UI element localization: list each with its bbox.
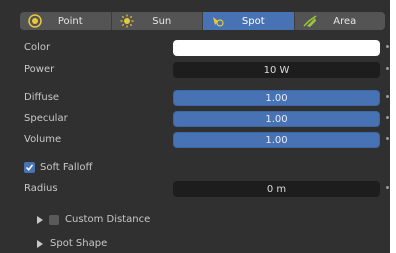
diffuse-row: Diffuse 1.00 bbox=[0, 90, 390, 106]
animate-property-dot[interactable] bbox=[386, 186, 389, 189]
spot-light-icon bbox=[213, 17, 224, 27]
specular-slider[interactable]: 1.00 bbox=[173, 111, 380, 127]
animate-property-dot[interactable] bbox=[386, 67, 389, 70]
expand-arrow-icon[interactable] bbox=[37, 240, 43, 248]
power-row: Power 10 W bbox=[0, 62, 390, 78]
tab-sun[interactable]: Sun bbox=[112, 12, 203, 30]
soft-falloff-checkbox[interactable] bbox=[24, 162, 35, 173]
animate-property-dot[interactable] bbox=[386, 45, 389, 48]
custom-distance-label: Custom Distance bbox=[65, 214, 151, 225]
color-swatch[interactable] bbox=[173, 40, 380, 56]
spot-shape-subpanel-header[interactable]: Spot Shape bbox=[0, 236, 390, 252]
power-field[interactable]: 10 W bbox=[173, 62, 380, 78]
animate-property-dot[interactable] bbox=[386, 137, 389, 140]
specular-row: Specular 1.00 bbox=[0, 111, 390, 127]
diffuse-slider[interactable]: 1.00 bbox=[173, 90, 380, 106]
custom-distance-subpanel-header[interactable]: Custom Distance bbox=[0, 212, 390, 228]
tab-area-label: Area bbox=[333, 15, 357, 27]
sun-light-icon bbox=[120, 14, 133, 28]
custom-distance-checkbox[interactable] bbox=[49, 215, 59, 225]
tab-spot[interactable]: Spot bbox=[203, 12, 295, 30]
color-row: Color bbox=[0, 40, 390, 56]
volume-label: Volume bbox=[24, 134, 62, 145]
point-light-icon bbox=[28, 14, 42, 28]
volume-slider[interactable]: 1.00 bbox=[173, 132, 380, 148]
soft-falloff-label: Soft Falloff bbox=[40, 162, 93, 173]
animate-property-dot[interactable] bbox=[386, 116, 389, 119]
power-label: Power bbox=[24, 64, 55, 75]
specular-label: Specular bbox=[24, 113, 68, 124]
light-properties-panel: Point Sun Spot Area Color Power 10 W Dif… bbox=[0, 0, 390, 253]
spot-shape-label: Spot Shape bbox=[50, 238, 108, 249]
tab-point-label: Point bbox=[57, 15, 83, 27]
light-type-tabs: Point Sun Spot Area bbox=[20, 12, 385, 30]
area-light-icon bbox=[302, 15, 316, 27]
volume-row: Volume 1.00 bbox=[0, 132, 390, 148]
tab-spot-label: Spot bbox=[241, 15, 265, 27]
tab-area[interactable]: Area bbox=[295, 12, 386, 30]
soft-falloff-row: Soft Falloff bbox=[0, 160, 390, 176]
diffuse-label: Diffuse bbox=[24, 92, 60, 103]
color-label: Color bbox=[24, 42, 51, 53]
radius-row: Radius 0 m bbox=[0, 181, 390, 197]
animate-property-dot[interactable] bbox=[386, 95, 389, 98]
radius-label: Radius bbox=[24, 183, 58, 194]
checkmark-icon bbox=[25, 164, 34, 172]
expand-arrow-icon[interactable] bbox=[37, 216, 43, 224]
radius-field[interactable]: 0 m bbox=[173, 181, 380, 197]
tab-point[interactable]: Point bbox=[20, 12, 112, 30]
tab-sun-label: Sun bbox=[152, 15, 172, 27]
